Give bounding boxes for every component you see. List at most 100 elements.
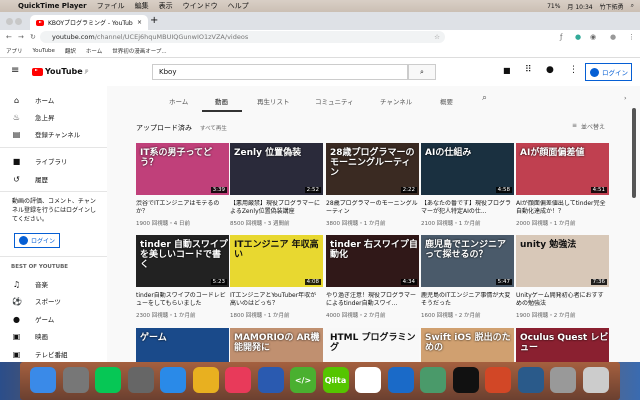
sidebar-item-sports[interactable]: ⚽ スポーツ <box>12 296 61 307</box>
window-minimize-button[interactable] <box>15 18 22 25</box>
sidebar-item-library[interactable]: ■ ライブラリ <box>12 156 68 167</box>
video-title[interactable]: Unityゲーム開発初心者におすすめの勉強法 <box>516 292 608 308</box>
window-close-button[interactable] <box>6 18 13 25</box>
video-thumbnail[interactable]: unity 勉強法 7:36 <box>516 235 609 287</box>
video-title[interactable]: 渋谷でITエンジニアはモテるのか？ <box>136 200 228 216</box>
video-thumbnail[interactable]: AIが顔面偏差値 4:51 <box>516 143 609 195</box>
tab-home[interactable]: ホーム <box>169 96 188 106</box>
channel-search-icon[interactable]: ⌕ <box>482 93 487 103</box>
dock-icon-music[interactable] <box>225 367 251 393</box>
spotlight-icon[interactable]: ⌕ <box>631 2 634 10</box>
bookmark-home[interactable]: ホーム <box>86 47 102 55</box>
tab-videos[interactable]: 動画 <box>215 96 228 106</box>
sidebar-login-button[interactable]: ログイン <box>14 233 61 248</box>
sidebar-item-movies[interactable]: ▣ 映画 <box>12 331 48 342</box>
video-title[interactable]: やり過ぎ注意！現役プログラマーによるtinder自動スワイ... <box>326 292 418 308</box>
dock-icon-system-preferences[interactable] <box>62 367 89 393</box>
url-input[interactable]: youtube.com/channel/UCEj6hquMBUIQGunwIO1… <box>40 31 445 43</box>
bookmark-youtube[interactable]: YouTube <box>33 48 55 54</box>
extension-icon[interactable]: ● <box>575 33 581 41</box>
dock-icon-slack[interactable] <box>355 367 381 393</box>
video-title[interactable]: 28歳プログラマーのモーニングルーティン <box>326 200 418 216</box>
hamburger-menu-icon[interactable]: ≡ <box>11 65 19 76</box>
search-input[interactable]: Kboy <box>152 64 408 80</box>
bookmark-translate[interactable]: 翻訳 <box>65 47 76 55</box>
video-thumbnail[interactable]: 28歳プログラマーのモーニングルーティン 2:22 <box>326 143 419 195</box>
sort-button[interactable]: ≡ 並べ替え <box>572 122 605 131</box>
dock-icon-powerpoint[interactable] <box>485 367 511 393</box>
dock-icon-vs-code[interactable] <box>387 367 414 393</box>
settings-more-icon[interactable]: ⋮ <box>569 65 578 75</box>
bookmark-star-icon[interactable]: ☆ <box>434 33 440 41</box>
bookmark-manga[interactable]: 世界初の漫画オープ... <box>112 47 166 55</box>
menu-edit[interactable]: 編集 <box>135 1 149 11</box>
sidebar-item-home[interactable]: ⌂ ホーム <box>12 95 54 106</box>
user-name[interactable]: 竹下拓勇 <box>600 2 624 11</box>
dock-icon-keychain[interactable] <box>550 367 576 393</box>
video-title[interactable]: tinder自動スワイプのコードレビューをしてもらいました <box>136 292 228 308</box>
tab-close-icon[interactable]: × <box>137 19 142 26</box>
battery-text[interactable]: 71% <box>547 3 560 10</box>
dock-icon-finder[interactable] <box>30 367 56 393</box>
sidebar-item-gaming[interactable]: ● ゲーム <box>12 314 54 325</box>
video-thumbnail[interactable]: 鹿児島でエンジニアって探せるの？ 5:47 <box>421 235 514 287</box>
sidebar-item-tv[interactable]: ▣ テレビ番組 <box>12 349 68 360</box>
video-title[interactable]: 【悪用厳禁】現役プログラマーによるZenly位置偽装講座 <box>230 200 322 216</box>
back-icon[interactable]: ← <box>6 33 12 41</box>
menubar-app[interactable]: QuickTime Player <box>18 2 87 10</box>
browser-tab[interactable]: KBOYプログラミング - YouTube × <box>30 15 148 30</box>
tab-community[interactable]: コミュニティ <box>315 96 354 106</box>
video-title[interactable]: 鹿児島のITエンジニア事情が大変そうだった <box>421 292 513 308</box>
sidebar-item-trending[interactable]: ♨ 急上昇 <box>12 112 55 123</box>
extension-icon[interactable]: ◉ <box>590 33 596 41</box>
new-tab-button[interactable]: + <box>150 15 158 26</box>
dock-icon-terminal[interactable] <box>452 367 479 393</box>
clock[interactable]: 月 10:34 <box>567 2 592 11</box>
reload-icon[interactable]: ↻ <box>30 33 36 41</box>
forward-icon[interactable]: → <box>18 33 24 41</box>
video-title[interactable]: ITエンジニアとYouTuber年収が高いのはどっち？ <box>230 292 322 308</box>
video-thumbnail[interactable]: Zenly 位置偽装 2:52 <box>230 143 323 195</box>
search-button[interactable]: ⌕ <box>408 64 436 80</box>
video-title[interactable]: AIが顔面偏差値出してtinder完全自動化達成か！？ <box>516 200 608 216</box>
menu-view[interactable]: 表示 <box>159 1 173 11</box>
dock-icon-thunderbird[interactable] <box>257 367 284 393</box>
video-thumbnail[interactable]: IT系の男子ってどう？ 3:39 <box>136 143 229 195</box>
menu-window[interactable]: ウインドウ <box>183 1 218 11</box>
bookmark-apps[interactable]: アプリ <box>6 47 23 55</box>
profile-icon[interactable]: ● <box>610 33 616 41</box>
video-thumbnail[interactable]: ITエンジニア 年収高い 4:08 <box>230 235 323 287</box>
tab-playlists[interactable]: 再生リスト <box>257 96 290 106</box>
dock-icon-[interactable]: </> <box>290 367 316 393</box>
video-thumbnail[interactable]: tinder 自動スワイプを美しいコードで書く 5:23 <box>136 235 229 287</box>
youtube-logo[interactable]: YouTube JP <box>32 67 88 76</box>
sidebar-item-history[interactable]: ↺ 履歴 <box>12 174 48 185</box>
tab-channels[interactable]: チャンネル <box>380 96 412 106</box>
tab-about[interactable]: 概要 <box>440 96 453 106</box>
video-thumbnail[interactable]: AIの仕組み 4:58 <box>421 143 514 195</box>
dock-icon-atom[interactable] <box>420 367 446 393</box>
sidebar-item-music[interactable]: ♫ 音楽 <box>12 279 48 290</box>
play-all-link[interactable]: すべて再生 <box>200 124 227 132</box>
dock-icon-line[interactable] <box>95 367 121 393</box>
video-title[interactable]: 【あなたの番です】現役プログラマーが犯人特定AIの仕... <box>421 200 513 216</box>
dock-icon-chrome[interactable] <box>192 367 219 393</box>
chevron-right-icon[interactable]: › <box>624 94 627 102</box>
menu-help[interactable]: ヘルプ <box>228 1 249 11</box>
login-button[interactable]: ログイン <box>585 63 632 81</box>
dock-icon-qiita[interactable]: Qiita <box>322 367 349 393</box>
dock-icon-quicktime[interactable] <box>517 367 544 393</box>
dock-icon-launchpad[interactable] <box>127 367 154 393</box>
sidebar-item-subscriptions[interactable]: ▤ 登録チャンネル <box>12 129 81 140</box>
dock-icon-trash[interactable] <box>582 367 609 393</box>
browser-menu-icon[interactable]: ⋮ <box>628 33 635 41</box>
create-video-icon[interactable]: ■ <box>503 66 511 75</box>
apps-grid-icon[interactable]: ⠿ <box>525 65 532 75</box>
scrollbar[interactable] <box>632 108 636 198</box>
extension-icon[interactable]: ƒ <box>560 33 562 41</box>
tab-title: KBOYプログラミング - YouTube <box>48 20 133 27</box>
video-thumbnail[interactable]: tinder 右スワイプ自動化 4:34 <box>326 235 419 287</box>
menu-file[interactable]: ファイル <box>97 1 125 11</box>
dock-icon-safari[interactable] <box>160 367 186 393</box>
messages-icon[interactable]: ● <box>546 65 554 75</box>
